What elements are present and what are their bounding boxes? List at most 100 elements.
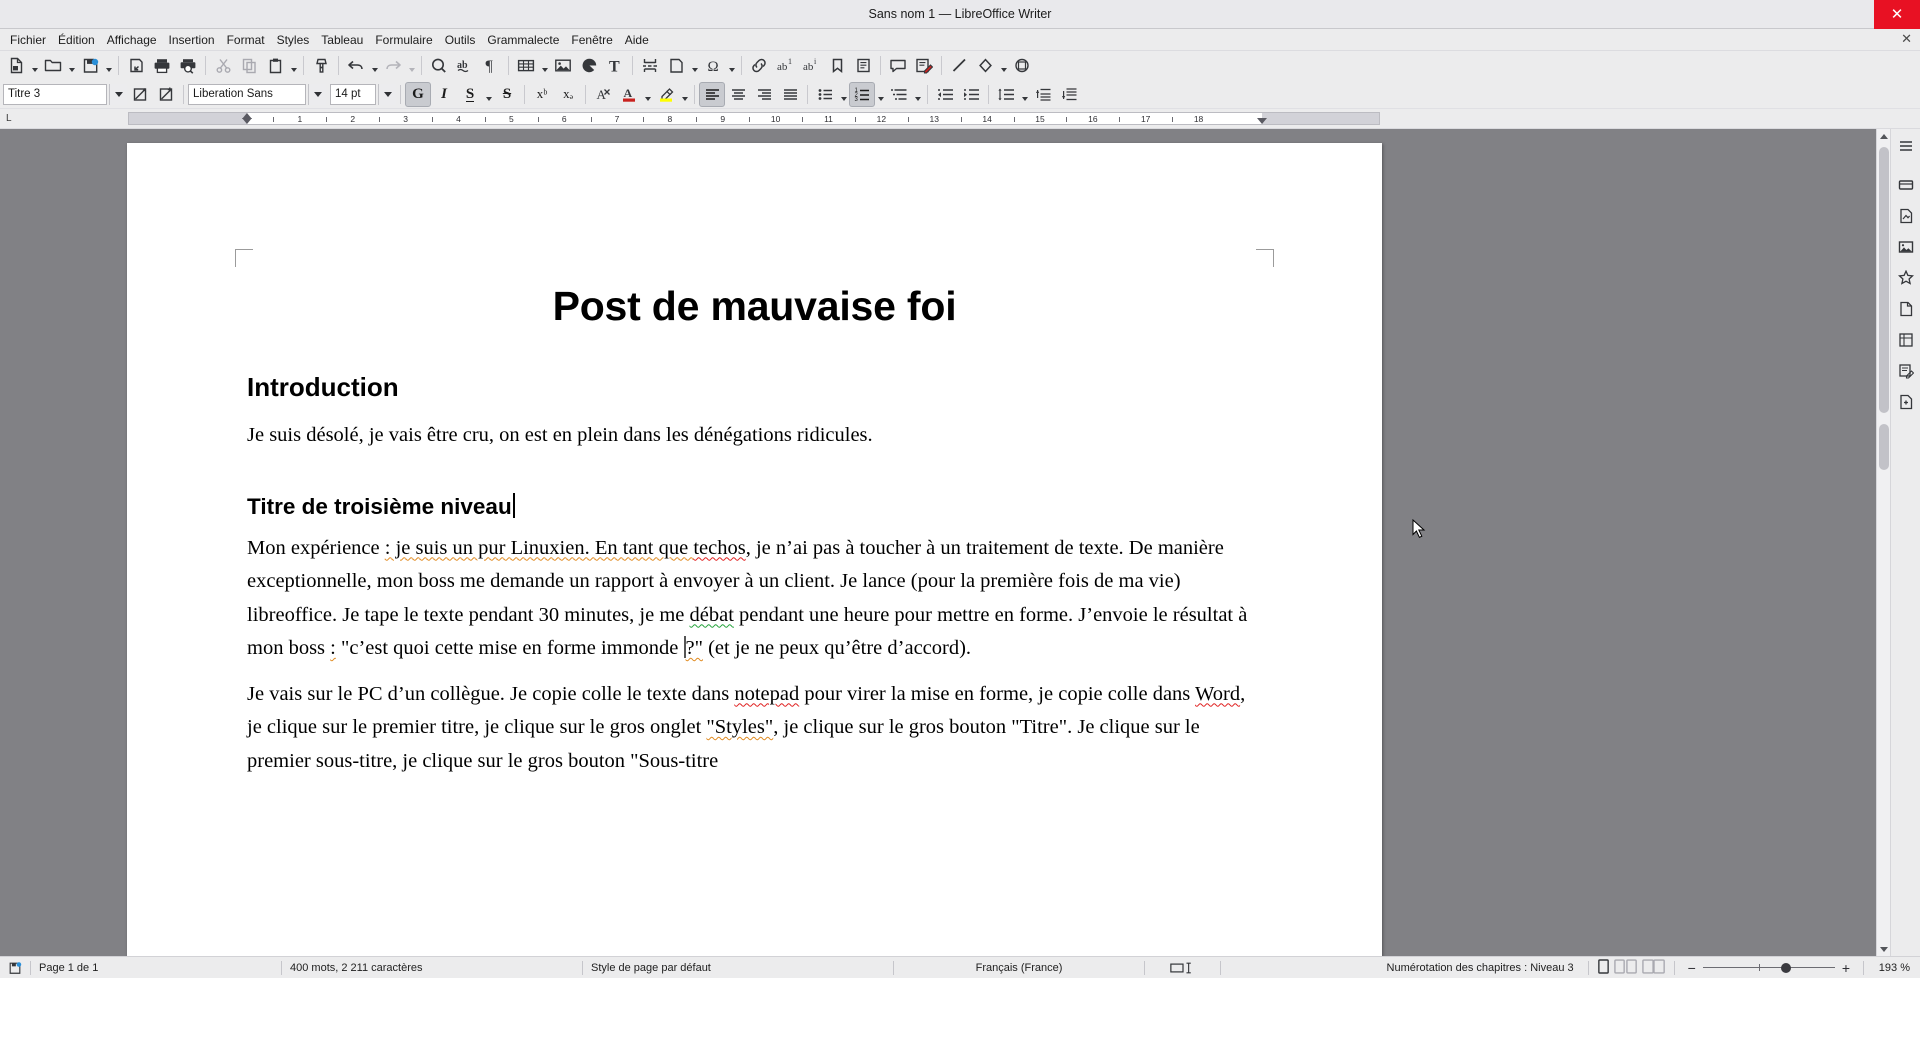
formatting-marks-icon[interactable]: ¶ bbox=[478, 53, 504, 78]
zoom-track[interactable] bbox=[1702, 962, 1835, 973]
ruler-right-indent-marker[interactable] bbox=[1257, 118, 1267, 124]
copy-icon[interactable] bbox=[236, 53, 262, 78]
sidebar-page-icon[interactable] bbox=[1893, 203, 1919, 229]
menu-item-outils[interactable]: Outils bbox=[439, 31, 482, 49]
insert-line-icon[interactable] bbox=[946, 53, 972, 78]
print-icon[interactable] bbox=[149, 53, 175, 78]
sidebar-design-icon[interactable] bbox=[1893, 389, 1919, 415]
save-document-icon[interactable] bbox=[77, 53, 103, 78]
undo-icon[interactable] bbox=[343, 53, 369, 78]
find-replace-icon[interactable] bbox=[426, 53, 452, 78]
ordered-list-dropdown-icon[interactable] bbox=[875, 82, 886, 107]
new-style-icon[interactable] bbox=[153, 82, 179, 107]
underline-dropdown-icon[interactable] bbox=[483, 82, 494, 107]
align-right-button[interactable] bbox=[751, 82, 777, 107]
insert-comment-icon[interactable] bbox=[885, 53, 911, 78]
scrollbar-thumb[interactable] bbox=[1879, 147, 1889, 413]
font-color-icon[interactable]: A bbox=[616, 82, 642, 107]
insert-field-dropdown-icon[interactable] bbox=[689, 53, 700, 78]
italic-button[interactable]: I bbox=[431, 82, 457, 107]
document-page[interactable]: Post de mauvaise foi Introduction Je sui… bbox=[127, 143, 1382, 956]
show-draw-functions-icon[interactable] bbox=[1009, 53, 1035, 78]
redo-icon[interactable] bbox=[380, 53, 406, 78]
bold-button[interactable]: G bbox=[405, 81, 431, 107]
highlight-color-icon[interactable] bbox=[653, 82, 679, 107]
insert-image-icon[interactable] bbox=[550, 53, 576, 78]
zoom-slider[interactable]: − + bbox=[1675, 961, 1863, 975]
page-info[interactable]: Page 1 de 1 bbox=[31, 957, 281, 979]
horizontal-ruler[interactable]: 1 2 3 4 5 6 7 8 9 10 11 12 13 14 15 16 17 18 bbox=[128, 112, 1380, 125]
unordered-list-button[interactable] bbox=[812, 82, 838, 107]
align-justified-button[interactable] bbox=[777, 82, 803, 107]
strikethrough-button[interactable]: S bbox=[494, 82, 520, 107]
multi-page-view-icon[interactable] bbox=[1613, 958, 1638, 977]
clone-formatting-icon[interactable] bbox=[308, 53, 334, 78]
sidebar-settings-icon[interactable] bbox=[1893, 133, 1919, 159]
paragraph-spacing-below-button[interactable] bbox=[1056, 82, 1082, 107]
superscript-button[interactable]: xᵇ bbox=[529, 82, 555, 107]
paste-dropdown-icon[interactable] bbox=[288, 53, 299, 78]
scroll-up-icon[interactable] bbox=[1877, 129, 1890, 143]
paragraph-style-dropdown-icon[interactable] bbox=[109, 83, 127, 105]
line-spacing-dropdown-icon[interactable] bbox=[1019, 82, 1030, 107]
insert-textbox-icon[interactable]: T bbox=[602, 53, 628, 78]
increase-indent-button[interactable] bbox=[958, 82, 984, 107]
save-status-icon[interactable] bbox=[0, 957, 30, 979]
zoom-handle[interactable] bbox=[1780, 962, 1791, 973]
font-size-dropdown-icon[interactable] bbox=[378, 83, 396, 105]
redo-dropdown-icon[interactable] bbox=[406, 53, 417, 78]
unordered-list-dropdown-icon[interactable] bbox=[838, 82, 849, 107]
language-status[interactable]: Français (France) bbox=[894, 957, 1144, 979]
page-style[interactable]: Style de page par défaut bbox=[583, 957, 893, 979]
document-close-button[interactable]: ✕ bbox=[1901, 31, 1912, 47]
new-document-icon[interactable] bbox=[3, 53, 29, 78]
line-spacing-button[interactable] bbox=[993, 82, 1019, 107]
menu-item-tableau[interactable]: Tableau bbox=[315, 31, 369, 49]
sidebar-gallery-icon[interactable] bbox=[1893, 234, 1919, 260]
align-left-button[interactable] bbox=[699, 81, 725, 107]
outline-list-dropdown-icon[interactable] bbox=[912, 82, 923, 107]
menu-item-formulaire[interactable]: Formulaire bbox=[369, 31, 438, 49]
highlight-color-dropdown-icon[interactable] bbox=[679, 82, 690, 107]
document-canvas[interactable]: Post de mauvaise foi Introduction Je sui… bbox=[0, 129, 1876, 956]
ruler-tab-selector[interactable]: L bbox=[0, 109, 128, 129]
menu-item-fichier[interactable]: Fichier bbox=[4, 31, 52, 49]
sidebar-navigator-icon[interactable] bbox=[1893, 296, 1919, 322]
basic-shapes-dropdown-icon[interactable] bbox=[998, 53, 1009, 78]
insert-table-icon[interactable] bbox=[513, 53, 539, 78]
underline-button[interactable]: S bbox=[457, 82, 483, 107]
ruler-left-margin[interactable] bbox=[129, 113, 247, 124]
insert-table-dropdown-icon[interactable] bbox=[539, 53, 550, 78]
menu-item-aide[interactable]: Aide bbox=[619, 31, 655, 49]
zoom-level[interactable]: 193 % bbox=[1864, 957, 1920, 979]
window-close-button[interactable]: ✕ bbox=[1874, 0, 1920, 29]
menu-item-insertion[interactable]: Insertion bbox=[163, 31, 221, 49]
zoom-out-button[interactable]: − bbox=[1681, 961, 1703, 975]
insert-chart-icon[interactable] bbox=[576, 53, 602, 78]
document-text-body[interactable]: Post de mauvaise foi Introduction Je sui… bbox=[247, 283, 1262, 778]
font-name-input[interactable] bbox=[189, 84, 305, 104]
paragraph-style-input[interactable] bbox=[4, 84, 106, 104]
insert-bookmark-icon[interactable] bbox=[824, 53, 850, 78]
scroll-down-icon[interactable] bbox=[1877, 942, 1891, 956]
font-size-input[interactable] bbox=[331, 84, 375, 104]
ruler-left-indent-marker[interactable] bbox=[242, 118, 252, 124]
insert-cross-reference-icon[interactable] bbox=[850, 53, 876, 78]
menu-item-affichage[interactable]: Affichage bbox=[101, 31, 163, 49]
open-document-icon[interactable] bbox=[40, 53, 66, 78]
insert-field-icon[interactable] bbox=[663, 53, 689, 78]
menu-item-edition[interactable]: Édition bbox=[52, 31, 101, 49]
ruler-right-margin[interactable] bbox=[1262, 113, 1379, 124]
single-page-view-icon[interactable] bbox=[1597, 958, 1610, 977]
scrollbar-thumb-lower[interactable] bbox=[1879, 424, 1889, 470]
print-preview-icon[interactable] bbox=[175, 53, 201, 78]
sidebar-manage-changes-icon[interactable] bbox=[1893, 358, 1919, 384]
sidebar-styles-icon[interactable] bbox=[1893, 265, 1919, 291]
vertical-scrollbar[interactable] bbox=[1876, 129, 1890, 956]
update-style-icon[interactable] bbox=[127, 82, 153, 107]
special-character-dropdown-icon[interactable] bbox=[726, 53, 737, 78]
page-break-icon[interactable] bbox=[637, 53, 663, 78]
decrease-indent-button[interactable] bbox=[932, 82, 958, 107]
menu-item-format[interactable]: Format bbox=[221, 31, 271, 49]
menu-item-styles[interactable]: Styles bbox=[271, 31, 316, 49]
